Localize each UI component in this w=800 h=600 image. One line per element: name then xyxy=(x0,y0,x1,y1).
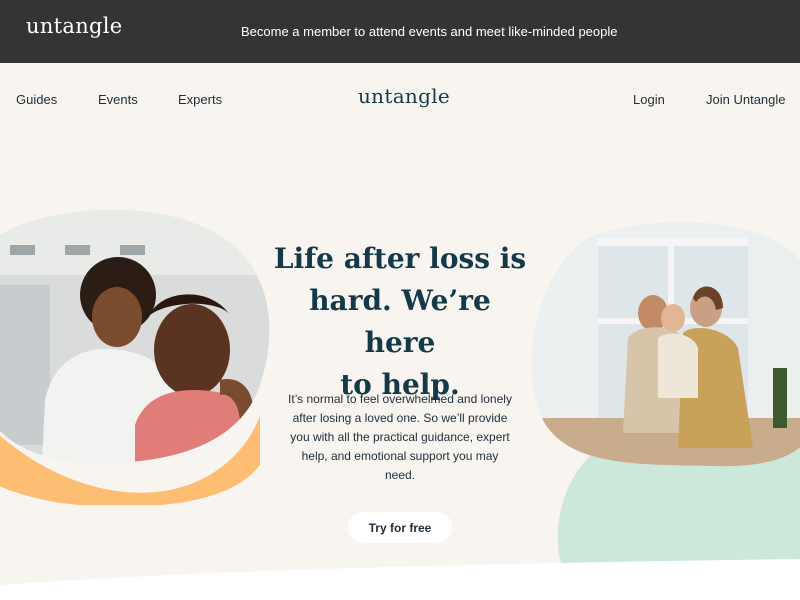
hero-photo-left xyxy=(0,209,270,505)
promo-bar: untangle Become a member to attend event… xyxy=(0,0,800,63)
hero-description: It’s normal to feel overwhelmed and lone… xyxy=(288,392,512,482)
nav-join[interactable]: Join Untangle xyxy=(706,92,786,107)
headline-line-1: Life after loss is xyxy=(273,242,527,275)
hero-headline: Life after loss is hard. We’re here to h… xyxy=(270,238,530,406)
bottom-wave xyxy=(0,559,800,600)
nav-brand-logo[interactable]: untangle xyxy=(358,84,450,108)
hero-photo-right xyxy=(531,221,800,578)
promo-text: Become a member to attend events and mee… xyxy=(241,24,618,39)
nav-login[interactable]: Login xyxy=(633,92,665,107)
nav-guides[interactable]: Guides xyxy=(16,92,57,107)
main-nav: Guides Events Experts untangle Login Joi… xyxy=(0,63,800,135)
nav-events[interactable]: Events xyxy=(98,92,138,107)
topbar-logo[interactable]: untangle xyxy=(26,14,123,38)
nav-experts[interactable]: Experts xyxy=(178,92,222,107)
headline-line-2: hard. We’re here xyxy=(309,284,491,359)
try-for-free-button[interactable]: Try for free xyxy=(348,512,452,543)
